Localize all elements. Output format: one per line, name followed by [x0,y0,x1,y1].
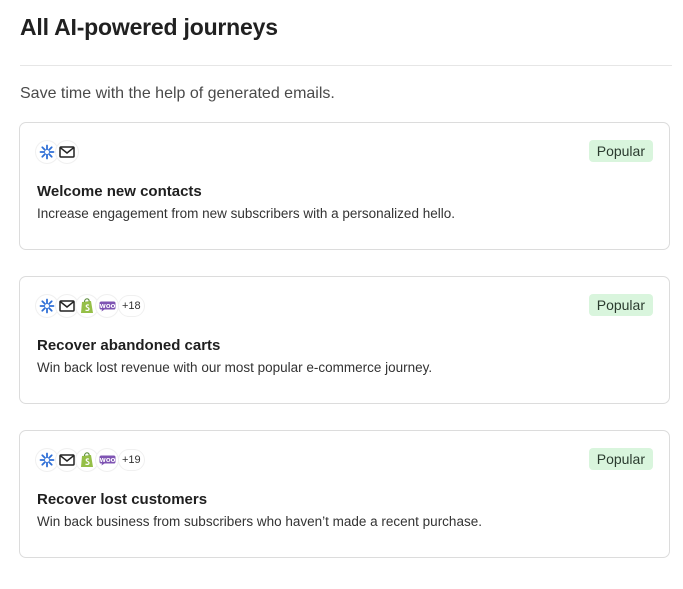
popular-badge: Popular [588,448,653,470]
ai-sparkle-icon [36,295,58,317]
popular-badge: Popular [588,294,653,316]
integration-icons [36,141,78,163]
card-title: Welcome new contacts [37,183,202,200]
journey-card-abandoned-carts[interactable]: WOO +18 Popular Recover abandoned carts … [19,276,670,404]
more-integrations-count: +18 [119,296,144,316]
woocommerce-icon: WOO [96,295,118,317]
card-description: Win back lost revenue with our most popu… [37,360,433,375]
divider [20,65,672,66]
envelope-icon [56,295,78,317]
card-description: Increase engagement from new subscribers… [37,206,455,221]
card-description: Win back business from subscribers who h… [37,514,482,529]
journey-card-lost-customers[interactable]: WOO +19 Popular Recover lost customers W… [19,430,670,558]
woocommerce-icon: WOO [96,449,118,471]
page-subtitle: Save time with the help of generated ema… [20,85,335,102]
page-title: All AI-powered journeys [20,14,278,40]
more-integrations-count: +19 [119,450,144,470]
envelope-icon [56,449,78,471]
card-title: Recover abandoned carts [37,337,221,354]
journey-card-welcome[interactable]: Popular Welcome new contacts Increase en… [19,122,670,250]
card-title: Recover lost customers [37,491,208,508]
envelope-icon [56,141,78,163]
ai-sparkle-icon [36,141,58,163]
shopify-icon [76,449,98,471]
shopify-icon [76,295,98,317]
integration-icons: WOO +19 [36,449,144,471]
svg-text:WOO: WOO [99,303,115,309]
integration-icons: WOO +18 [36,295,144,317]
ai-sparkle-icon [36,449,58,471]
page: All AI-powered journeys Save time with t… [0,0,683,589]
popular-badge: Popular [588,140,653,162]
svg-text:WOO: WOO [99,457,115,463]
